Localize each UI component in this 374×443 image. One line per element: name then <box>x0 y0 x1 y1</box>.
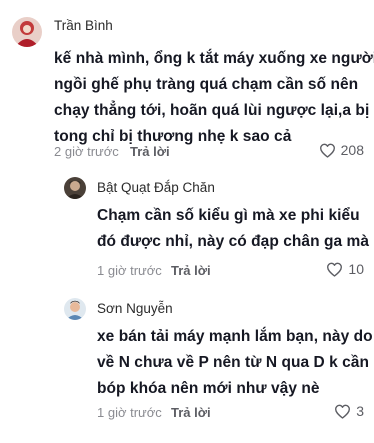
comment-username[interactable]: Sơn Nguyễn <box>97 301 173 316</box>
comment-text-line: đó được nhỉ, này có đạp chân ga mà <box>97 233 369 250</box>
comment-timestamp: 1 giờ trước <box>97 405 162 420</box>
reply-button[interactable]: Trả lời <box>171 405 211 420</box>
avatar[interactable] <box>64 177 86 199</box>
heart-outline-icon <box>335 404 351 419</box>
comment-text-line: bóp khóa nên mới như vậy nè <box>97 380 320 397</box>
comment-text-line: xe bán tải máy mạnh lắm bạn, này do <box>97 328 373 345</box>
comment-text-line: ngồi ghế phụ tràng quá chạm cần số nên <box>54 76 359 93</box>
like-count: 3 <box>356 403 364 419</box>
comment-timestamp: 2 giờ trước <box>54 144 119 159</box>
comment-timestamp: 1 giờ trước <box>97 263 162 278</box>
comment-username[interactable]: Trần Bình <box>54 18 113 33</box>
heart-outline-icon <box>319 143 335 158</box>
like-count: 10 <box>348 261 364 277</box>
comment-username[interactable]: Bật Quạt Đắp Chăn <box>97 180 215 195</box>
like-count: 208 <box>340 142 364 158</box>
avatar[interactable] <box>64 298 86 320</box>
avatar[interactable] <box>12 17 42 47</box>
comment-text: Chạm cần số kiểu gì mà xe phi kiểu đó đư… <box>97 203 369 255</box>
heart-outline-icon <box>327 262 343 277</box>
comment-text-line: Chạm cần số kiểu gì mà xe phi kiểu <box>97 207 360 224</box>
reply-button[interactable]: Trả lời <box>171 263 211 278</box>
comment-text: kế nhà mình, ổng k tắt máy xuống xe ngườ… <box>54 46 374 150</box>
comment-text: xe bán tải máy mạnh lắm bạn, này do về N… <box>97 324 373 402</box>
comment-text-line: chạy thẳng tới, hoãn quá lùi ngược lại,a… <box>54 102 370 119</box>
like-button[interactable]: 10 <box>326 261 364 277</box>
like-button[interactable]: 208 <box>319 142 364 158</box>
like-button[interactable]: 3 <box>334 403 364 419</box>
reply-button[interactable]: Trả lời <box>130 144 170 159</box>
comment-text-line: về N chưa về P nên từ N qua D k cần <box>97 354 370 371</box>
comment-text-line: kế nhà mình, ổng k tắt máy xuống xe ngườ… <box>54 50 374 67</box>
